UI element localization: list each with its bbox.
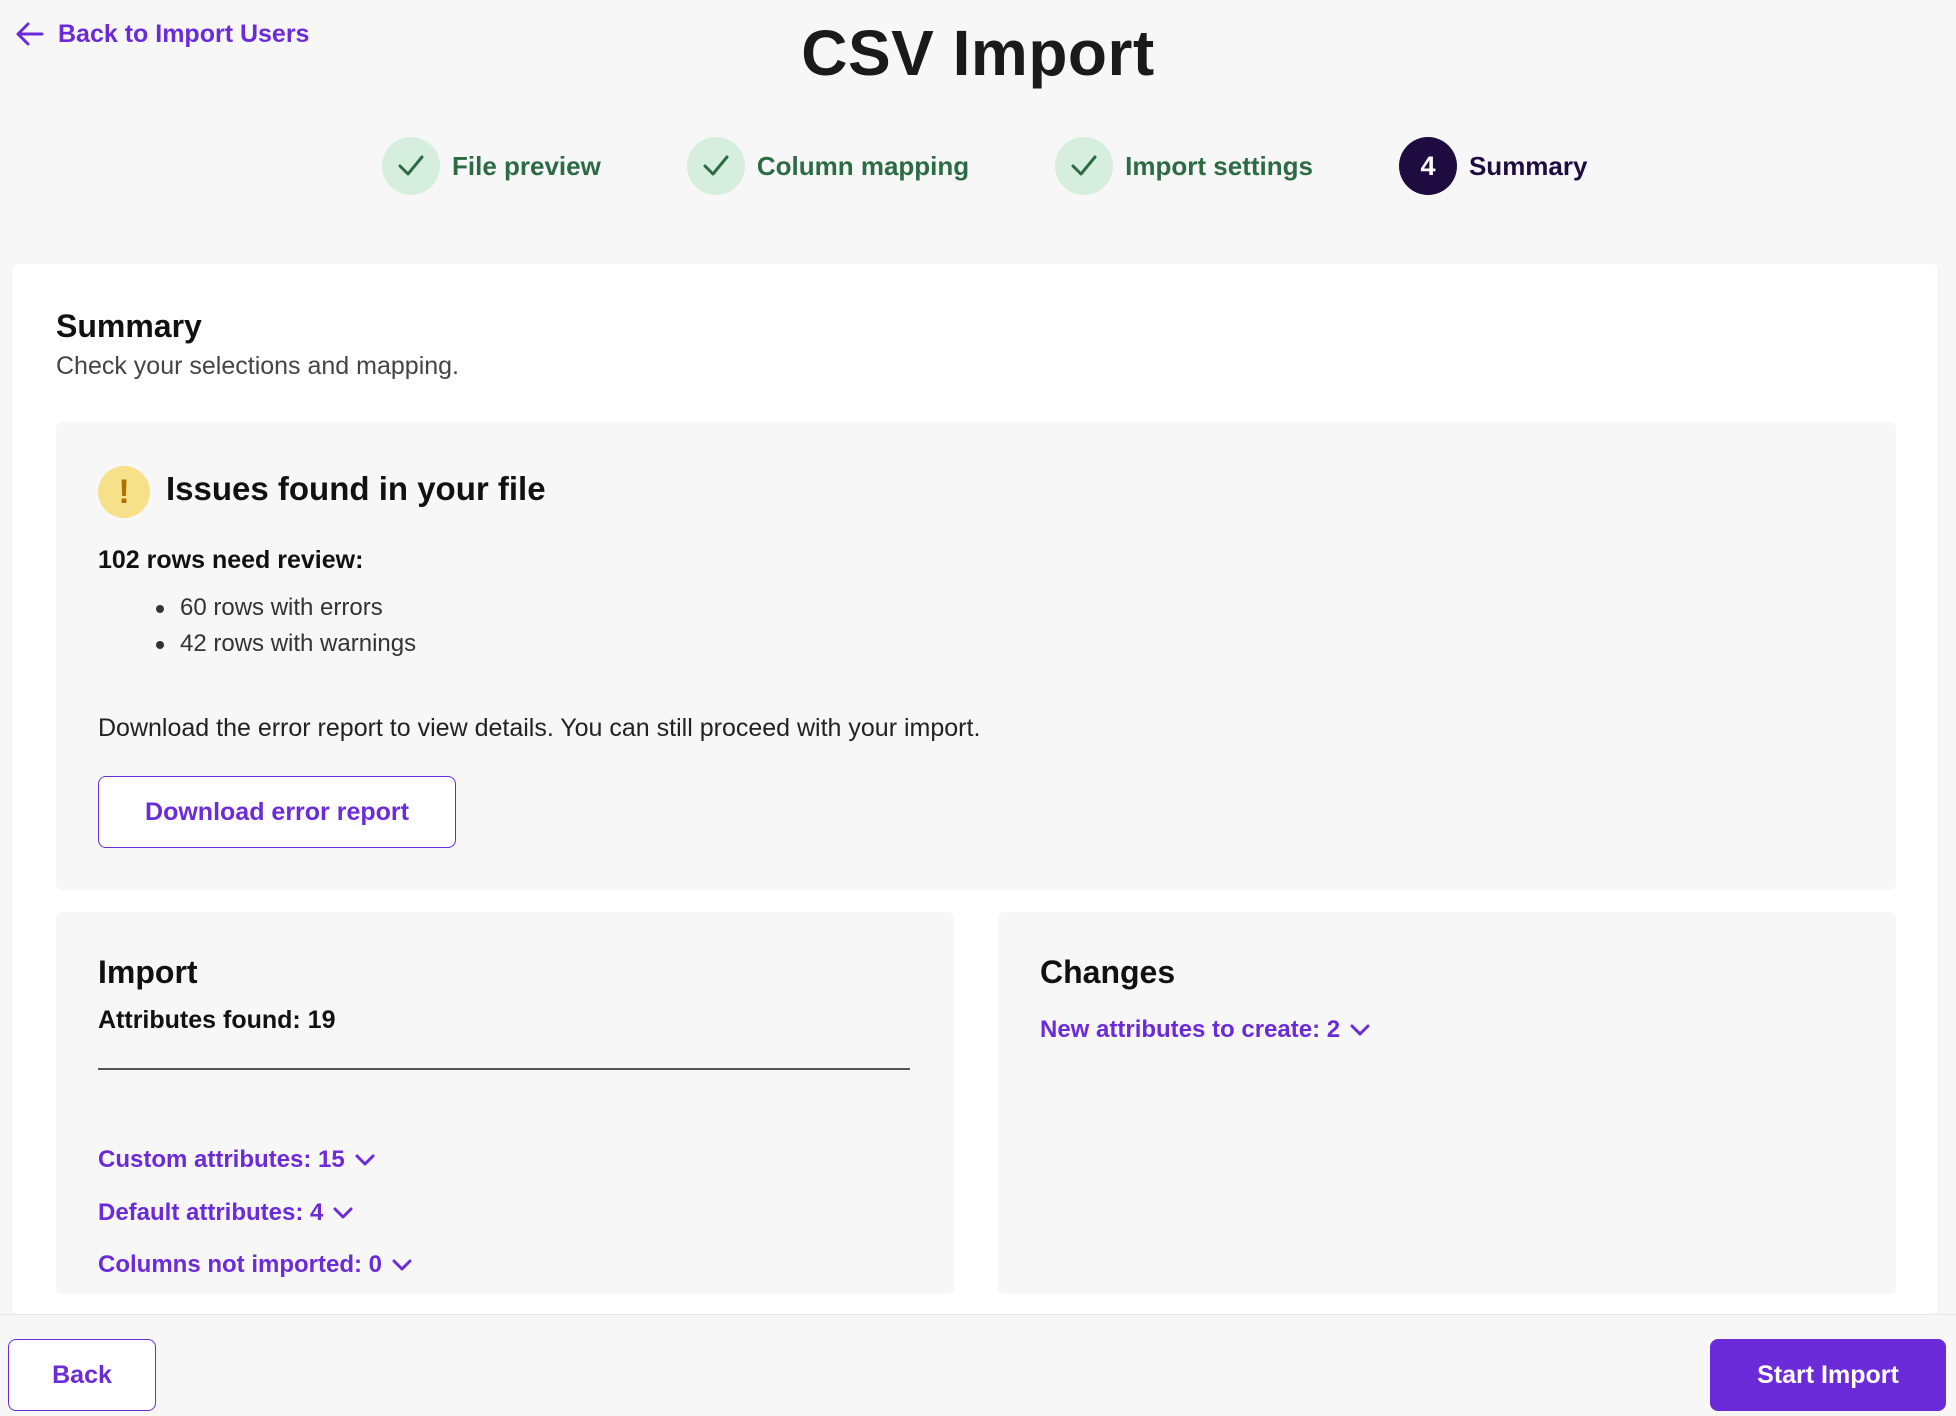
chevron-down-icon [392, 1259, 412, 1271]
download-report-text: Download the error report to view detail… [98, 714, 981, 742]
step-label: Summary [1468, 150, 1588, 181]
attributes-found: Attributes found: 19 [98, 1006, 336, 1034]
expander-label: Default attributes: 4 [98, 1199, 324, 1226]
changes-panel: Changes New attributes to create: 2 [998, 912, 1896, 1294]
summary-title: Summary [56, 308, 202, 344]
step-file-preview[interactable]: File preview [382, 137, 601, 195]
page-title: CSV Import [801, 17, 1155, 89]
chevron-down-icon [1350, 1024, 1370, 1036]
issues-panel: ! Issues found in your file 102 rows nee… [56, 422, 1896, 890]
step-label: Import settings [1125, 150, 1313, 181]
step-column-mapping[interactable]: Column mapping [686, 137, 970, 195]
check-icon [703, 155, 729, 176]
chevron-down-icon [333, 1207, 353, 1219]
step-label: File preview [452, 150, 601, 181]
rows-review-count: 102 rows need review: [98, 546, 364, 574]
expander-label: New attributes to create: 2 [1040, 1016, 1341, 1043]
summary-card: Summary Check your selections and mappin… [12, 264, 1938, 1314]
step-done-indicator [382, 137, 440, 195]
list-item: 60 rows with errors [156, 590, 416, 626]
check-icon [398, 155, 424, 176]
custom-attributes-expander[interactable]: Custom attributes: 15 [98, 1146, 379, 1174]
download-error-report-button[interactable]: Download error report [98, 776, 456, 848]
step-number-indicator: 4 [1398, 137, 1457, 195]
expander-label: Columns not imported: 0 [98, 1251, 382, 1278]
step-summary: 4 Summary [1398, 137, 1588, 195]
changes-panel-title: Changes [1040, 954, 1176, 990]
import-panel-title: Import [98, 954, 198, 990]
import-stepper: File preview Column mapping Import setti… [382, 136, 1587, 196]
divider [98, 1068, 910, 1070]
start-import-button[interactable]: Start Import [1710, 1339, 1946, 1411]
step-done-indicator [1055, 137, 1114, 195]
summary-subtitle: Check your selections and mapping. [56, 352, 460, 380]
chevron-down-icon [355, 1154, 375, 1166]
default-attributes-expander[interactable]: Default attributes: 4 [98, 1199, 357, 1227]
warning-icon: ! [98, 466, 150, 518]
check-icon [1071, 155, 1097, 176]
list-item: 42 rows with warnings [156, 626, 416, 662]
issues-list: 60 rows with errors 42 rows with warning… [156, 590, 416, 662]
columns-not-imported-expander[interactable]: Columns not imported: 0 [98, 1251, 416, 1279]
issues-title: Issues found in your file [166, 470, 546, 507]
new-attributes-expander[interactable]: New attributes to create: 2 [1040, 1016, 1374, 1044]
expander-label: Custom attributes: 15 [98, 1146, 345, 1173]
footer-bar: Back Start Import [0, 1314, 1956, 1416]
step-label: Column mapping [756, 150, 970, 181]
import-panel: Import Attributes found: 19 Custom attri… [56, 912, 954, 1294]
step-done-indicator [686, 137, 745, 195]
step-import-settings[interactable]: Import settings [1055, 137, 1313, 195]
back-button[interactable]: Back [8, 1339, 156, 1411]
